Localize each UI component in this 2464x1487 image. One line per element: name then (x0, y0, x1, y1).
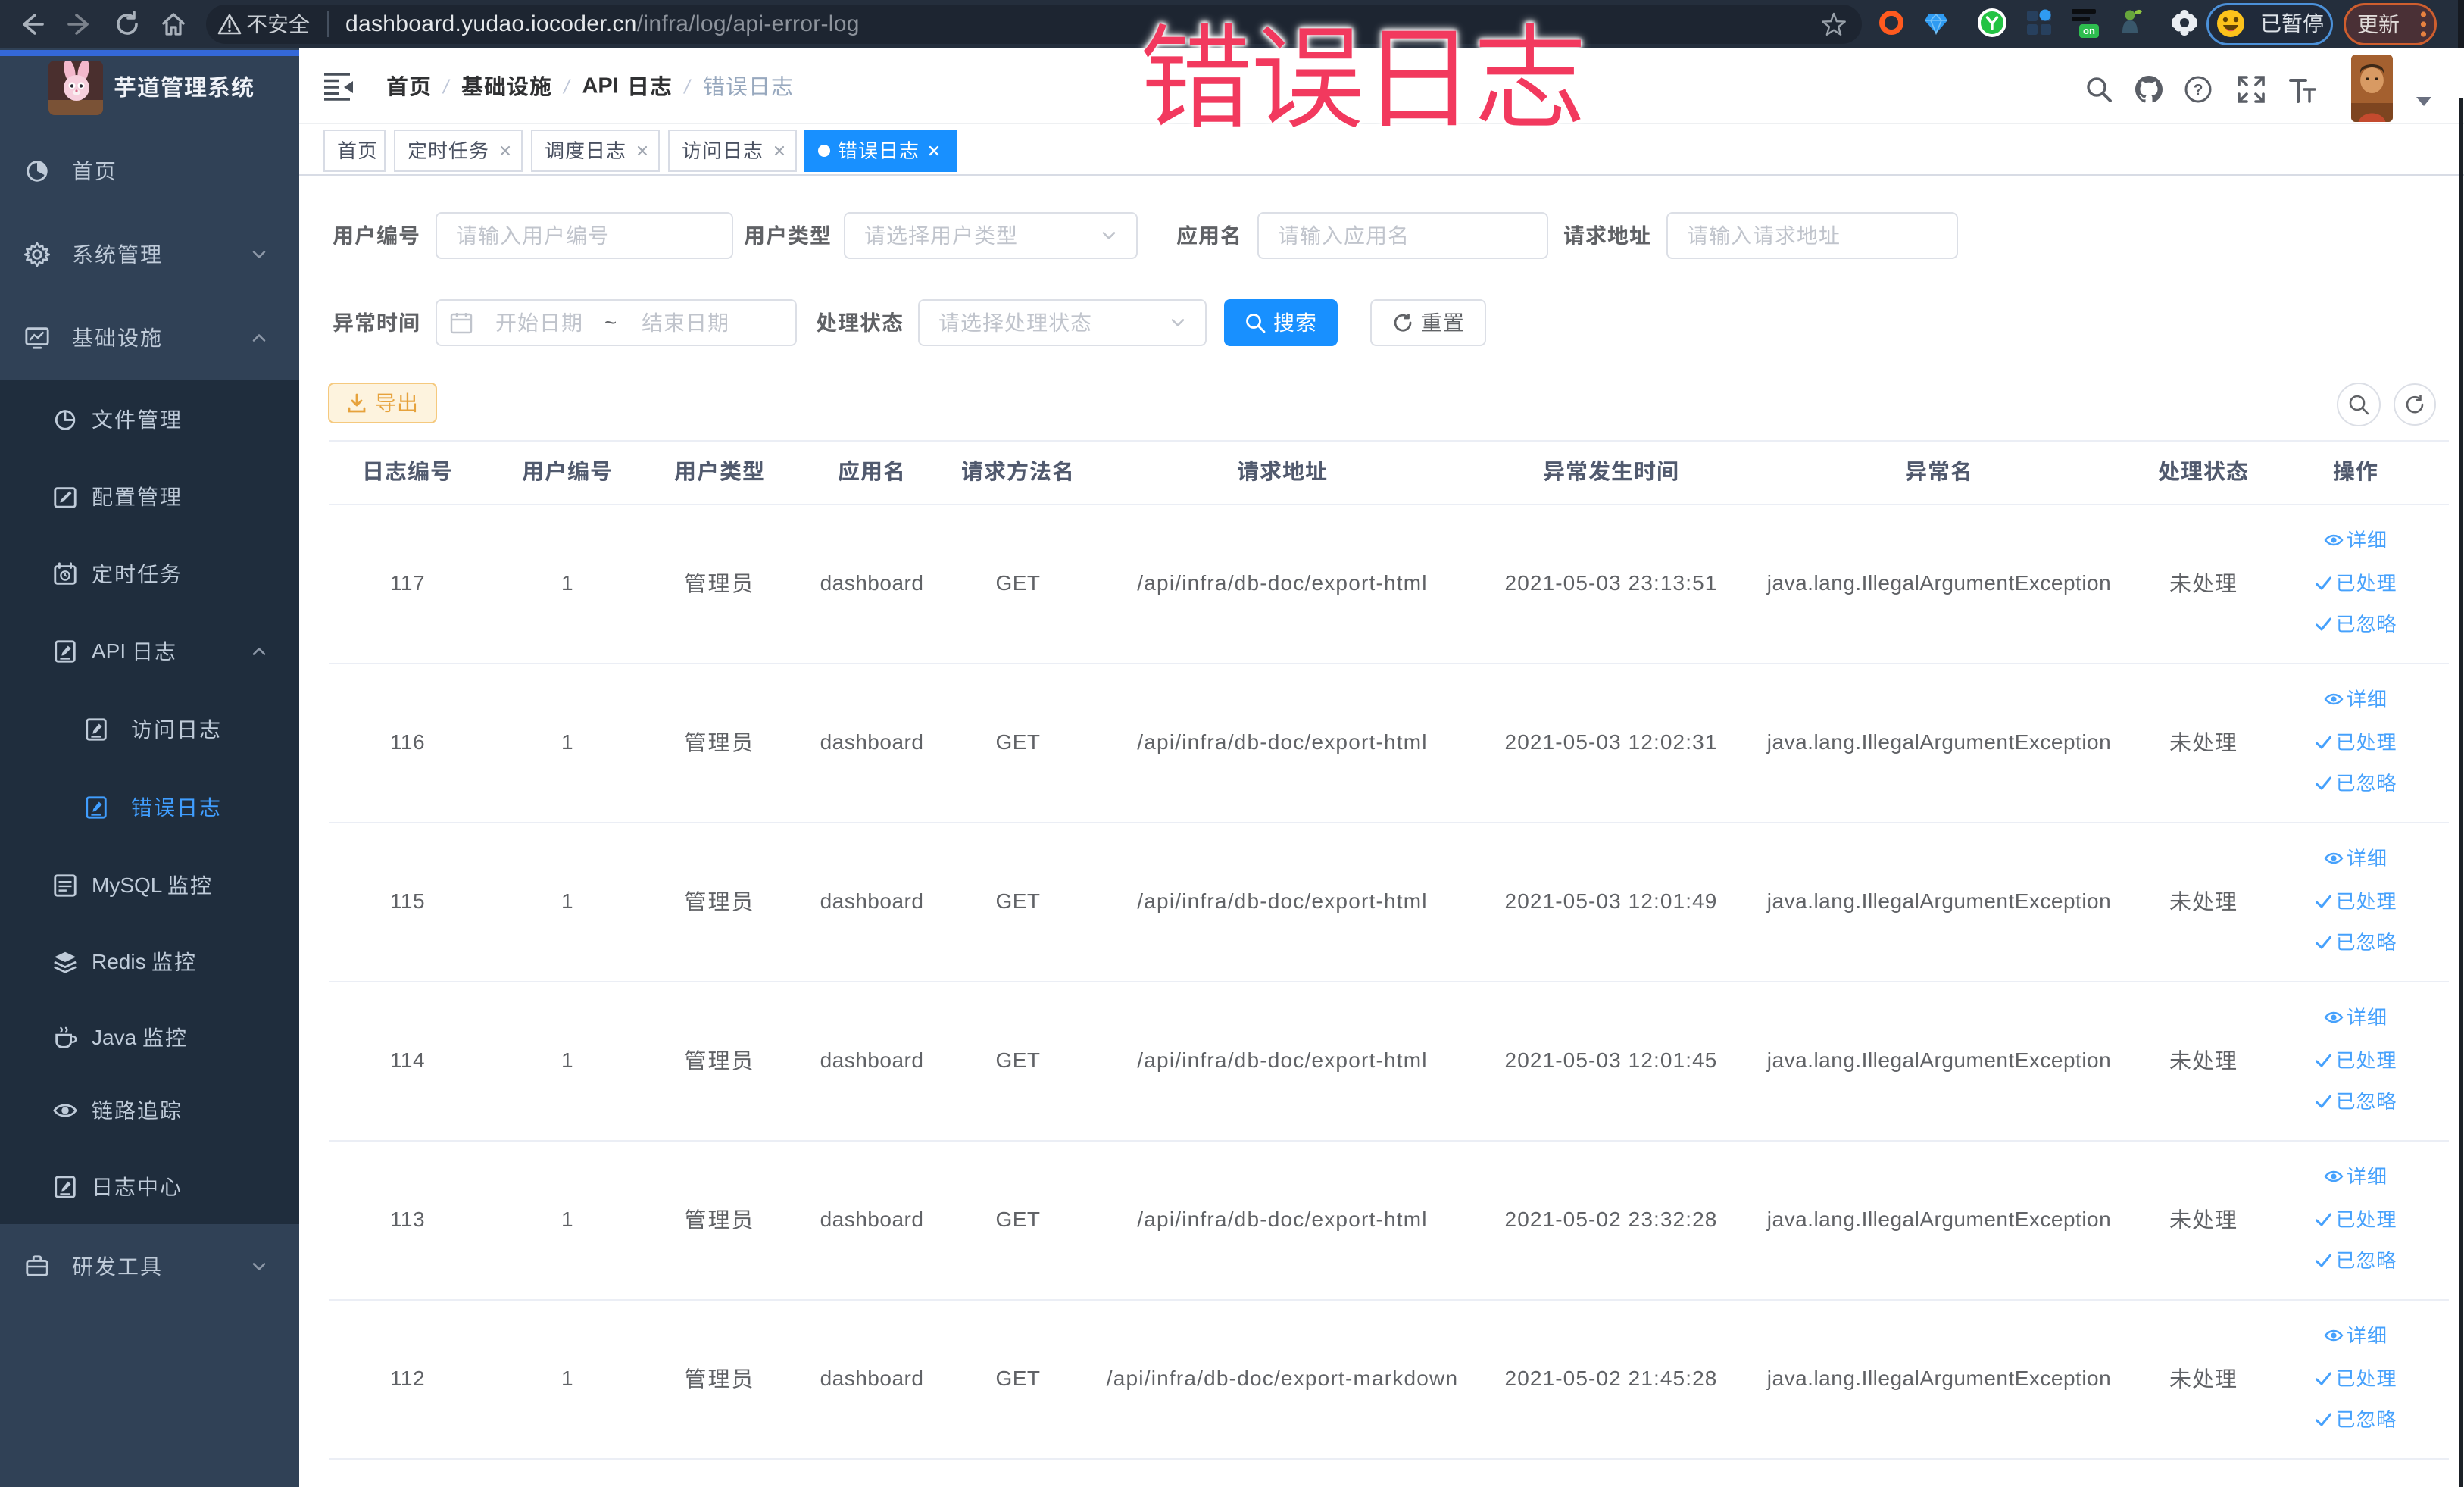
svg-text:?: ? (2194, 82, 2203, 99)
svg-text:on: on (2083, 25, 2095, 36)
